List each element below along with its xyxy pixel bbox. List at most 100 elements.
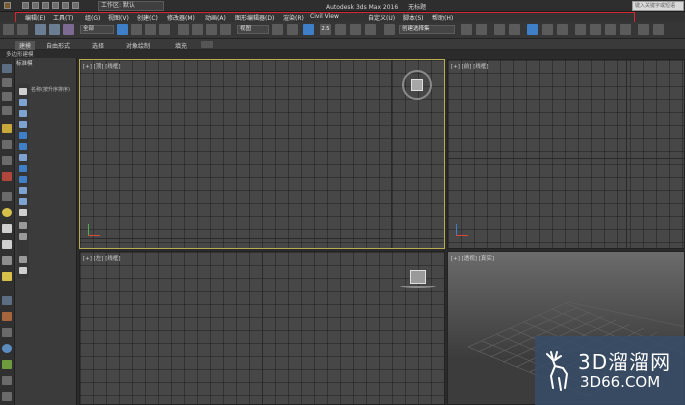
save-file-icon[interactable] [42, 2, 49, 9]
viewcube-ring-icon[interactable] [400, 284, 436, 288]
filter-xrefs-icon[interactable] [19, 165, 27, 172]
particles-icon[interactable] [2, 376, 12, 385]
keyboard-shortcut-icon[interactable] [303, 24, 314, 35]
menu-help[interactable]: 帮助(H) [432, 13, 453, 22]
menu-create[interactable]: 创建(C) [137, 13, 158, 22]
display-influences-icon[interactable] [19, 233, 27, 240]
filter-invert-icon[interactable] [19, 209, 27, 216]
ribbon-options-icon[interactable] [201, 41, 213, 48]
space-warp-icon[interactable] [2, 172, 12, 181]
tab-selection[interactable]: 选择 [92, 41, 104, 50]
mirror-icon[interactable] [461, 24, 472, 35]
named-selection-sets-dropdown[interactable]: 创建选择集 [399, 25, 455, 34]
viewport-left[interactable]: [+] [左] [线框] [79, 251, 445, 405]
select-manipulate-icon[interactable] [287, 24, 298, 35]
sort-icon[interactable] [19, 256, 27, 263]
menu-customize[interactable]: 自定义(U) [368, 13, 395, 22]
selection-filter-dropdown[interactable]: 全部 [80, 25, 114, 34]
find-icon[interactable] [19, 267, 27, 274]
undo-quick-icon[interactable] [52, 2, 59, 9]
app-menu-icon[interactable] [4, 2, 11, 9]
window-crossing-icon[interactable] [159, 24, 170, 35]
scale-icon[interactable] [206, 24, 217, 35]
create-panel-icon[interactable] [2, 64, 12, 73]
helper-icon[interactable] [2, 156, 12, 165]
open-file-icon[interactable] [32, 2, 39, 9]
sphere-icon[interactable] [2, 208, 12, 217]
tab-freeform[interactable]: 自由形式 [46, 41, 70, 50]
light-icon[interactable] [2, 124, 12, 133]
filter-all-icon[interactable] [19, 187, 27, 194]
foliage-icon[interactable] [2, 360, 12, 369]
align-icon[interactable] [476, 24, 487, 35]
menu-scripting[interactable]: 脚本(S) [403, 13, 424, 22]
tab-object-paint[interactable]: 对象绘制 [126, 41, 150, 50]
render-setup-icon[interactable] [590, 24, 601, 35]
camera-icon[interactable] [2, 140, 12, 149]
filter-spacewarps-icon[interactable] [19, 143, 27, 150]
tab-modeling[interactable]: 建模 [15, 41, 36, 50]
cone-icon[interactable] [2, 256, 12, 265]
bone-icon[interactable] [2, 312, 12, 321]
layer-explorer-icon[interactable] [494, 24, 505, 35]
modify-panel-icon[interactable] [2, 78, 12, 87]
biped-icon[interactable] [2, 328, 12, 337]
menu-graph-editors[interactable]: 图形编辑器(D) [235, 13, 274, 22]
render-iterative-icon[interactable] [638, 24, 649, 35]
wave-icon[interactable] [2, 296, 12, 305]
filter-none-icon[interactable] [19, 198, 27, 205]
filter-shapes-icon[interactable] [19, 99, 27, 106]
spinner-snap-icon[interactable] [365, 24, 376, 35]
menu-modifiers[interactable]: 修改器(M) [167, 13, 195, 22]
hierarchy-panel-icon[interactable] [2, 92, 12, 101]
geometry-icon[interactable] [2, 224, 12, 233]
viewport-label-front[interactable]: [+] [前] [线框] [451, 62, 488, 70]
curve-editor-icon[interactable] [542, 24, 553, 35]
redo-icon[interactable] [17, 24, 28, 35]
settings-icon[interactable] [2, 392, 12, 401]
select-by-name-icon[interactable] [131, 24, 142, 35]
link-icon[interactable] [35, 24, 46, 35]
select-object-icon[interactable] [117, 24, 128, 35]
viewport-front[interactable]: [+] [前] [线框] [447, 59, 685, 249]
menu-views[interactable]: 视图(V) [108, 13, 129, 22]
viewport-top[interactable]: [+] [顶] [线框] [79, 59, 445, 249]
filter-cameras-icon[interactable] [19, 121, 27, 128]
filter-lights-icon[interactable] [19, 110, 27, 117]
sun-icon[interactable] [2, 272, 12, 281]
globe-icon[interactable] [2, 344, 12, 353]
tab-populate[interactable]: 填充 [175, 41, 187, 50]
system-icon[interactable] [2, 192, 12, 201]
viewport-label-left[interactable]: [+] [左] [线框] [83, 254, 120, 262]
search-input[interactable]: 键入关键字或短语 [632, 1, 684, 11]
scene-explorer-icon[interactable] [509, 24, 520, 35]
filter-groups-icon[interactable] [19, 154, 27, 161]
unlink-icon[interactable] [49, 24, 60, 35]
workspace-dropdown[interactable]: 工作区: 默认 [98, 1, 164, 11]
filter-bones-icon[interactable] [19, 176, 27, 183]
rectangular-selection-icon[interactable] [145, 24, 156, 35]
rendered-frame-window-icon[interactable] [605, 24, 616, 35]
shape-icon[interactable] [2, 240, 12, 249]
display-children-icon[interactable] [19, 222, 27, 229]
viewport-label-top[interactable]: [+] [顶] [线框] [83, 62, 120, 70]
menu-rendering[interactable]: 渲染(R) [283, 13, 304, 22]
angle-snap-icon[interactable] [335, 24, 346, 35]
menu-civil-view[interactable]: Civil View [310, 13, 339, 20]
render-production-icon[interactable] [620, 24, 631, 35]
redo-quick-icon[interactable] [62, 2, 69, 9]
menu-edit[interactable]: 编辑(E) [25, 13, 45, 22]
schematic-view-icon[interactable] [557, 24, 568, 35]
menu-animation[interactable]: 动画(A) [205, 13, 226, 22]
percent-snap-icon[interactable] [350, 24, 361, 35]
graphite-ribbon-icon[interactable] [527, 24, 538, 35]
filter-geometry-icon[interactable] [19, 88, 27, 95]
snaps-toggle-icon[interactable]: 2.5 [320, 24, 331, 35]
placement-icon[interactable] [220, 24, 231, 35]
reference-coordinate-dropdown[interactable]: 视图 [237, 25, 269, 34]
filter-helpers-icon[interactable] [19, 132, 27, 139]
pivot-center-icon[interactable] [272, 24, 283, 35]
project-folder-icon[interactable] [72, 2, 79, 9]
menu-tools[interactable]: 工具(T) [53, 13, 73, 22]
bind-space-warp-icon[interactable] [63, 24, 74, 35]
